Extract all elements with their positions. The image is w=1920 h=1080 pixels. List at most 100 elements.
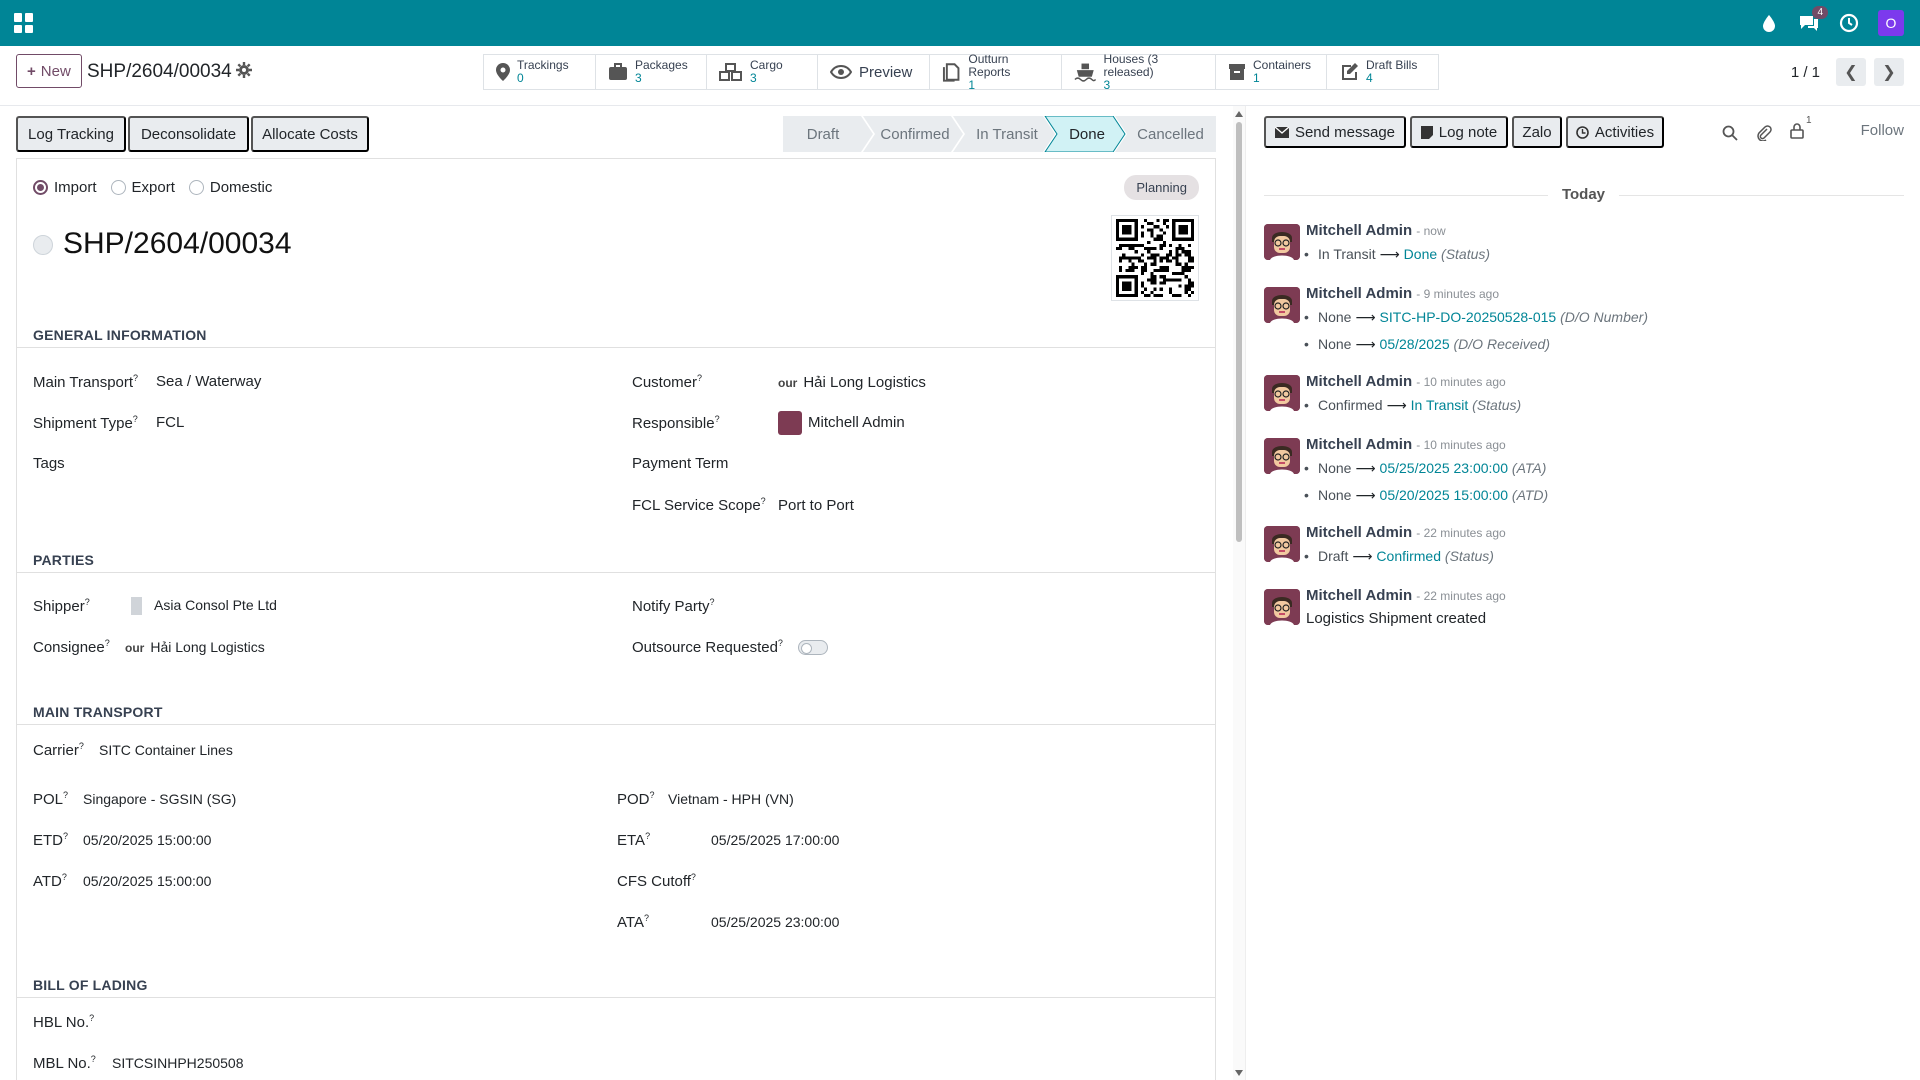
packages-smart-button[interactable]: Packages 3 [596, 55, 707, 89]
main-transport-value[interactable]: Sea / Waterway [156, 373, 261, 390]
message-author: Mitchell Admin - 22 minutes ago [1306, 587, 1506, 604]
pager-next-button[interactable]: ❯ [1874, 58, 1904, 86]
note-icon [1420, 125, 1433, 139]
suitcase-icon [609, 63, 627, 80]
arrow-right-icon: ⟶ [1355, 336, 1376, 352]
author-name[interactable]: Mitchell Admin [1306, 587, 1412, 604]
containers-smart-button[interactable]: Containers 1 [1216, 55, 1327, 89]
radio-domestic[interactable]: Domestic [188, 179, 272, 196]
draft-bills-smart-button[interactable]: Draft Bills 4 [1327, 55, 1438, 89]
log-tracking-button[interactable]: Log Tracking [16, 116, 126, 152]
outturn-reports-smart-button[interactable]: Outturn Reports 1 [930, 52, 1062, 91]
eta-value[interactable]: 05/25/2025 17:00:00 [711, 832, 839, 848]
author-name[interactable]: Mitchell Admin [1306, 222, 1412, 239]
scroll-down-icon[interactable] [1235, 1070, 1243, 1076]
fcl-scope-value[interactable]: Port to Port [778, 497, 854, 514]
author-name[interactable]: Mitchell Admin [1306, 524, 1412, 541]
pod-value[interactable]: Vietnam - HPH (VN) [668, 791, 794, 807]
pager-previous-button[interactable]: ❮ [1836, 58, 1866, 86]
tracking-change: Confirmed⟶In Transit (Status) [1304, 397, 1521, 414]
message-body: Logistics Shipment created [1306, 610, 1487, 627]
trackings-smart-button[interactable]: Trackings 0 [484, 55, 596, 89]
pager: 1 / 1 ❮ ❯ [1791, 58, 1904, 86]
gear-icon[interactable] [236, 62, 252, 78]
send-message-button[interactable]: Send message [1264, 116, 1406, 148]
changed-field: (Status) [1441, 246, 1491, 262]
new-value: Confirmed [1376, 548, 1442, 564]
stage-confirmed[interactable]: Confirmed [867, 116, 963, 152]
stage-cancelled[interactable]: Cancelled [1125, 116, 1216, 152]
houses-smart-button[interactable]: Houses (3 released) 3 [1062, 52, 1216, 91]
top-navbar: 4 O [0, 0, 1920, 46]
radio-export[interactable]: Export [110, 179, 175, 196]
zalo-button[interactable]: Zalo [1512, 116, 1562, 148]
pol-label: POL? [33, 790, 69, 808]
radio-import[interactable]: Import [33, 179, 97, 196]
consignee-value[interactable]: our Hải Long Logistics [125, 639, 265, 655]
scroll-up-icon[interactable] [1235, 111, 1243, 117]
author-avatar[interactable] [1264, 375, 1300, 411]
priority-circle-icon[interactable] [33, 235, 53, 255]
shipper-value[interactable]: Asia Consol Pte Ltd [131, 597, 277, 616]
activity-clock-icon[interactable] [1838, 12, 1860, 34]
consignee-label: Consignee? [33, 638, 110, 656]
apps-menu-icon[interactable] [14, 13, 34, 33]
pager-value[interactable]: 1 / 1 [1791, 64, 1820, 81]
cargo-smart-button[interactable]: Cargo 3 [707, 55, 818, 89]
eta-label: ETA? [617, 831, 651, 849]
debug-drop-icon[interactable] [1758, 12, 1780, 34]
eye-icon [830, 65, 852, 79]
etd-value[interactable]: 05/20/2025 15:00:00 [83, 832, 211, 848]
tracking-change: In Transit⟶Done (Status) [1304, 246, 1491, 263]
deconsolidate-button[interactable]: Deconsolidate [128, 116, 249, 152]
tracking-change: None⟶05/28/2025 (D/O Received) [1304, 336, 1550, 353]
author-avatar[interactable] [1264, 287, 1300, 323]
author-avatar[interactable] [1264, 589, 1300, 625]
mbl-value[interactable]: SITCSINHPH250508 [112, 1055, 244, 1071]
message-author: Mitchell Admin - now [1306, 222, 1446, 239]
map-pin-icon [496, 63, 510, 81]
author-name[interactable]: Mitchell Admin [1306, 285, 1412, 302]
user-avatar[interactable]: O [1878, 10, 1904, 36]
author-avatar[interactable] [1264, 224, 1300, 260]
paperclip-icon[interactable] [1756, 125, 1772, 141]
follow-button[interactable]: Follow [1861, 122, 1904, 139]
mbl-label: MBL No.? [33, 1054, 96, 1072]
outsource-toggle[interactable] [798, 640, 828, 655]
messaging-badge: 4 [1812, 6, 1828, 19]
log-note-button[interactable]: Log note [1410, 116, 1508, 148]
stage-in-transit[interactable]: In Transit [959, 116, 1055, 152]
record-title: SHP/2604/00034 [63, 227, 292, 260]
old-value: None [1318, 309, 1352, 325]
ata-label: ATA? [617, 913, 649, 931]
old-value: In Transit [1318, 246, 1376, 262]
new-value: In Transit [1410, 397, 1469, 413]
customer-label: Customer? [632, 373, 703, 391]
author-name[interactable]: Mitchell Admin [1306, 436, 1412, 453]
new-button[interactable]: + New [16, 54, 82, 88]
atd-value[interactable]: 05/20/2025 15:00:00 [83, 873, 211, 889]
messaging-icon[interactable]: 4 [1798, 6, 1828, 34]
followers-button[interactable]: 1 [1790, 115, 1812, 143]
shipment-type-value[interactable]: FCL [156, 414, 184, 431]
carrier-value[interactable]: SITC Container Lines [99, 742, 233, 758]
search-icon[interactable] [1722, 125, 1738, 141]
author-avatar[interactable] [1264, 438, 1300, 474]
documents-icon [942, 63, 960, 82]
preview-smart-button[interactable]: Preview [818, 55, 930, 89]
scrollbar-thumb[interactable] [1236, 122, 1242, 542]
breadcrumb-record-name: SHP/2604/00034 [87, 61, 232, 82]
customer-value[interactable]: our Hải Long Logistics [778, 374, 926, 391]
changed-field: (ATA) [1511, 460, 1547, 476]
stage-done[interactable]: Done [1051, 116, 1123, 152]
form-scrollbar[interactable] [1233, 106, 1245, 1080]
responsible-value[interactable]: Mitchell Admin [778, 411, 905, 435]
changed-field: (Status) [1444, 548, 1494, 564]
author-avatar[interactable] [1264, 526, 1300, 562]
ata-value[interactable]: 05/25/2025 23:00:00 [711, 914, 839, 930]
pol-value[interactable]: Singapore - SGSIN (SG) [83, 791, 236, 807]
allocate-costs-button[interactable]: Allocate Costs [251, 116, 369, 152]
stage-draft[interactable]: Draft [783, 116, 863, 152]
author-name[interactable]: Mitchell Admin [1306, 373, 1412, 390]
activities-button[interactable]: Activities [1566, 116, 1664, 148]
